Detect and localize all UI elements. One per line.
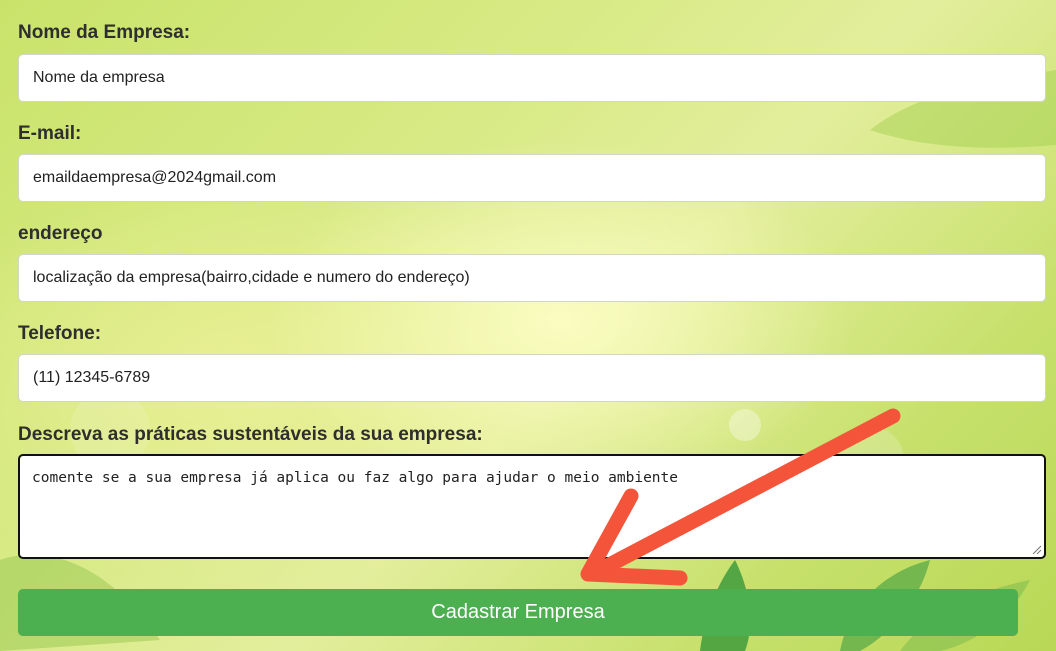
practices-text: comente se a sua empresa já aplica ou fa… bbox=[32, 470, 679, 486]
company-name-input[interactable]: Nome da empresa bbox=[18, 54, 1046, 102]
email-label: E-mail: bbox=[18, 123, 82, 144]
practices-label: Descreva as práticas sustentáveis da sua… bbox=[18, 424, 483, 445]
company-name-label: Nome da Empresa: bbox=[18, 22, 191, 43]
submit-button[interactable]: Cadastrar Empresa bbox=[18, 589, 1018, 636]
phone-input[interactable]: (11) 12345-6789 bbox=[18, 354, 1046, 402]
practices-textarea[interactable]: comente se a sua empresa já aplica ou fa… bbox=[18, 454, 1046, 559]
resize-grip-icon[interactable] bbox=[1031, 544, 1041, 554]
address-input[interactable]: localização da empresa(bairro,cidade e n… bbox=[18, 254, 1046, 302]
address-label: endereço bbox=[18, 223, 103, 244]
email-input[interactable]: emaildaempresa@2024gmail.com bbox=[18, 154, 1046, 202]
phone-label: Telefone: bbox=[18, 323, 102, 344]
bokeh-circle bbox=[729, 409, 761, 441]
